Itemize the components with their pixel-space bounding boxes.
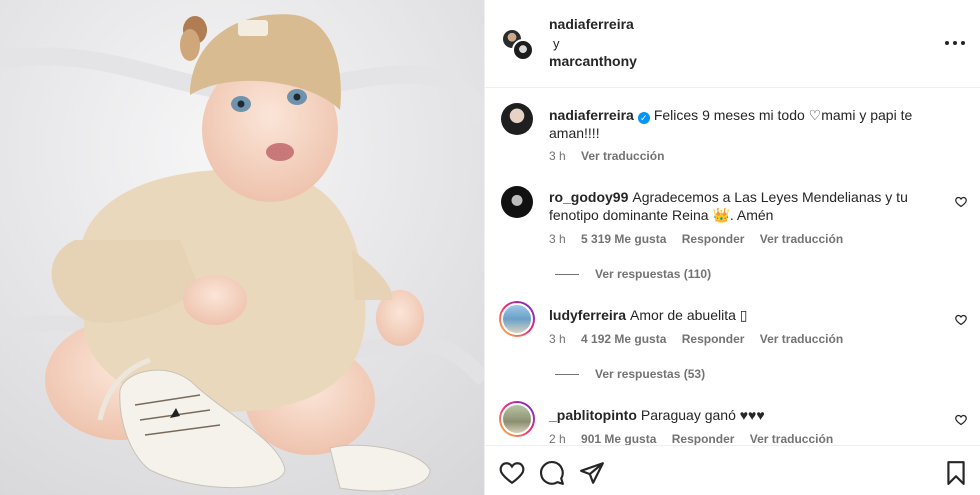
avatar[interactable] xyxy=(499,301,535,337)
comment-icon[interactable] xyxy=(539,460,565,486)
comment-time: 2 h xyxy=(549,432,566,445)
comment-text: ro_godoy99 Agradecemos a Las Leyes Mendel… xyxy=(549,188,949,224)
avatar[interactable] xyxy=(501,186,533,218)
comment-text: _pablitopinto Paraguay ganó ♥♥♥ xyxy=(549,406,949,424)
view-replies-button[interactable]: Ver respuestas (110) xyxy=(555,267,711,281)
post-header: nadiaferreira y marcanthony xyxy=(485,0,980,88)
post-image[interactable] xyxy=(0,0,484,495)
comment-text: ludyferreira Amor de abuelita ▯ xyxy=(549,306,949,324)
baby-photo xyxy=(0,0,484,495)
comment-likes[interactable]: 5 319 Me gusta xyxy=(581,232,666,246)
comment-likes[interactable]: 901 Me gusta xyxy=(581,432,656,445)
caption-meta: 3 h Ver traducción xyxy=(549,149,676,163)
view-replies-button[interactable]: Ver respuestas (53) xyxy=(555,367,705,381)
comment-likes[interactable]: 4 192 Me gusta xyxy=(581,332,666,346)
caption-text: nadiaferreira ✓ Felices 9 meses mi todo ♡m… xyxy=(549,106,949,142)
author-username[interactable]: nadiaferreira xyxy=(549,16,634,32)
comment-like-heart-icon[interactable] xyxy=(955,414,967,426)
comment-meta: 3 h 4 192 Me gusta Responder Ver traducc… xyxy=(549,332,855,346)
comment-time: 3 h xyxy=(549,332,566,346)
comment-like-heart-icon[interactable] xyxy=(955,314,967,326)
post-actions-bar xyxy=(485,445,980,495)
comment-meta: 3 h 5 319 Me gusta Responder Ver traducc… xyxy=(549,232,855,246)
post-side-panel: nadiaferreira y marcanthony nadiaferreir… xyxy=(484,0,980,495)
more-options-icon[interactable] xyxy=(945,34,965,52)
coauthor-username[interactable]: marcanthony xyxy=(549,53,637,69)
reply-button[interactable]: Responder xyxy=(672,432,735,445)
caption-time: 3 h xyxy=(549,149,566,163)
translate-link[interactable]: Ver traducción xyxy=(760,232,843,246)
reply-button[interactable]: Responder xyxy=(682,232,745,246)
bookmark-icon[interactable] xyxy=(943,460,969,486)
avatar[interactable] xyxy=(499,401,535,437)
comment-username[interactable]: ro_godoy99 xyxy=(549,189,628,205)
translate-link[interactable]: Ver traducción xyxy=(750,432,833,445)
comment-body: Paraguay ganó ♥♥♥ xyxy=(640,407,765,423)
avatar[interactable] xyxy=(501,103,533,135)
share-icon[interactable] xyxy=(579,460,605,486)
avatar xyxy=(512,39,534,61)
translate-link[interactable]: Ver traducción xyxy=(760,332,843,346)
comment-body: Amor de abuelita ▯ xyxy=(630,307,748,323)
comment-username[interactable]: _pablitopinto xyxy=(549,407,637,423)
comment-meta: 2 h 901 Me gusta Responder Ver traducció… xyxy=(549,432,845,445)
heart-icon[interactable] xyxy=(499,460,525,486)
caption-username[interactable]: nadiaferreira xyxy=(549,107,634,123)
comment-username[interactable]: ludyferreira xyxy=(549,307,626,323)
author-conjunction: y xyxy=(553,36,560,51)
collab-avatars[interactable] xyxy=(501,28,535,62)
comment-like-heart-icon[interactable] xyxy=(955,196,967,208)
translate-link[interactable]: Ver traducción xyxy=(581,149,664,163)
comments-list[interactable]: nadiaferreira ✓ Felices 9 meses mi todo ♡m… xyxy=(485,89,980,445)
reply-button[interactable]: Responder xyxy=(682,332,745,346)
verified-badge-icon: ✓ xyxy=(637,112,650,124)
comment-time: 3 h xyxy=(549,232,566,246)
